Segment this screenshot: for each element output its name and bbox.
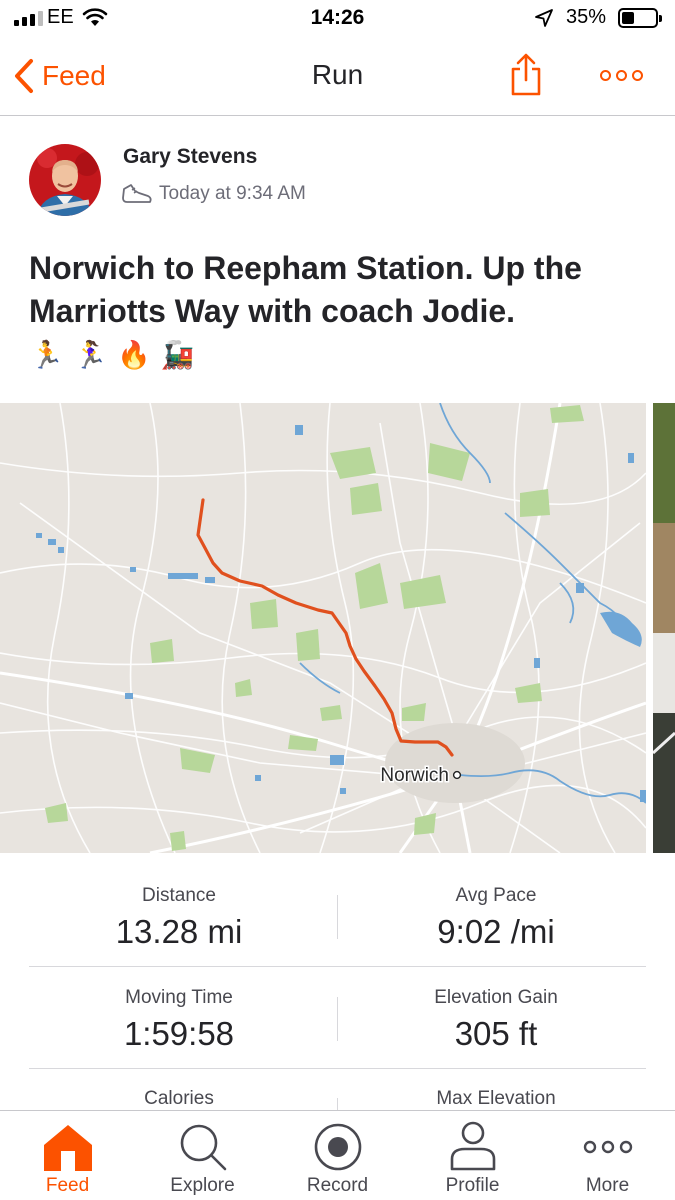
stat-label: Calories bbox=[144, 1088, 214, 1109]
divider bbox=[29, 1068, 646, 1069]
dot-icon bbox=[600, 69, 611, 81]
stat-label: Elevation Gain bbox=[434, 987, 558, 1008]
activity-timestamp: Today at 9:34 AM bbox=[159, 183, 306, 204]
more-icon bbox=[583, 1140, 633, 1154]
more-options-button[interactable] bbox=[600, 64, 646, 86]
stat-value: 9:02 /mi bbox=[437, 913, 555, 950]
stat-label: Distance bbox=[142, 885, 216, 906]
photo-thumbnail bbox=[653, 403, 675, 853]
stat-distance: Distance 13.28 mi bbox=[29, 885, 329, 951]
avatar-photo bbox=[29, 144, 101, 216]
city-label: Norwich bbox=[380, 765, 449, 786]
runner-emoji: 🏃 bbox=[30, 340, 64, 370]
tab-label: More bbox=[585, 1175, 630, 1196]
tab-profile[interactable]: Profile bbox=[405, 1111, 540, 1200]
navigation-bar: Feed Run bbox=[0, 40, 675, 116]
search-icon bbox=[180, 1124, 227, 1171]
home-icon bbox=[44, 1125, 92, 1171]
dot-icon bbox=[632, 69, 643, 81]
battery-percentage: 35% bbox=[566, 6, 607, 28]
stat-calories: Calories bbox=[29, 1088, 329, 1110]
battery-icon bbox=[618, 8, 662, 28]
athlete-avatar[interactable] bbox=[29, 144, 101, 216]
tab-more[interactable]: More bbox=[540, 1111, 675, 1200]
city-marker-icon bbox=[452, 770, 462, 780]
tab-explore[interactable]: Explore bbox=[135, 1111, 270, 1200]
activity-title: Norwich to Reepham Station. Up the Marri… bbox=[29, 250, 582, 329]
stat-moving-time: Moving Time 1:59:58 bbox=[29, 987, 329, 1053]
stat-max-elevation: Max Elevation bbox=[346, 1088, 646, 1110]
tab-label: Explore bbox=[170, 1175, 235, 1196]
map-canvas: Norwich bbox=[0, 403, 646, 853]
dot-icon bbox=[616, 69, 627, 81]
back-button[interactable]: Feed bbox=[14, 54, 106, 98]
stat-elevation-gain: Elevation Gain 305 ft bbox=[346, 987, 646, 1053]
tab-bar: Feed Explore Record Profile More bbox=[0, 1110, 675, 1200]
divider bbox=[29, 966, 646, 967]
route-map[interactable]: Norwich bbox=[0, 403, 646, 853]
train-emoji: 🚂 bbox=[160, 340, 195, 370]
stat-value: 305 ft bbox=[454, 1015, 538, 1052]
tab-label: Record bbox=[306, 1175, 369, 1196]
running-shoe-icon bbox=[122, 184, 152, 203]
profile-icon bbox=[450, 1121, 496, 1171]
divider bbox=[337, 997, 338, 1041]
activity-photo-preview[interactable] bbox=[653, 403, 675, 853]
stat-avg-pace: Avg Pace 9:02 /mi bbox=[346, 885, 646, 951]
tab-label: Feed bbox=[45, 1175, 90, 1196]
stat-label: Avg Pace bbox=[455, 885, 537, 906]
tab-label: Profile bbox=[445, 1175, 500, 1196]
status-bar: EE 14:26 35% bbox=[0, 0, 675, 40]
athlete-name[interactable]: Gary Stevens bbox=[123, 145, 257, 169]
fire-emoji: 🔥 bbox=[117, 340, 151, 370]
stat-label: Max Elevation bbox=[436, 1088, 556, 1109]
activity-emojis: 🏃 🏃‍♀️ 🔥 🚂 bbox=[30, 338, 195, 372]
tab-record[interactable]: Record bbox=[270, 1111, 405, 1200]
share-button[interactable] bbox=[506, 52, 546, 98]
share-icon bbox=[511, 53, 541, 96]
stat-label: Moving Time bbox=[125, 987, 233, 1008]
divider bbox=[337, 895, 338, 939]
woman-runner-emoji: 🏃‍♀️ bbox=[73, 340, 108, 370]
back-button-label: Feed bbox=[42, 60, 106, 91]
stat-value: 13.28 mi bbox=[115, 913, 243, 950]
record-icon bbox=[314, 1123, 362, 1171]
stat-value: 1:59:58 bbox=[123, 1015, 235, 1052]
tab-feed[interactable]: Feed bbox=[0, 1111, 135, 1200]
chevron-left-icon bbox=[15, 59, 33, 93]
location-arrow-icon bbox=[535, 9, 553, 27]
